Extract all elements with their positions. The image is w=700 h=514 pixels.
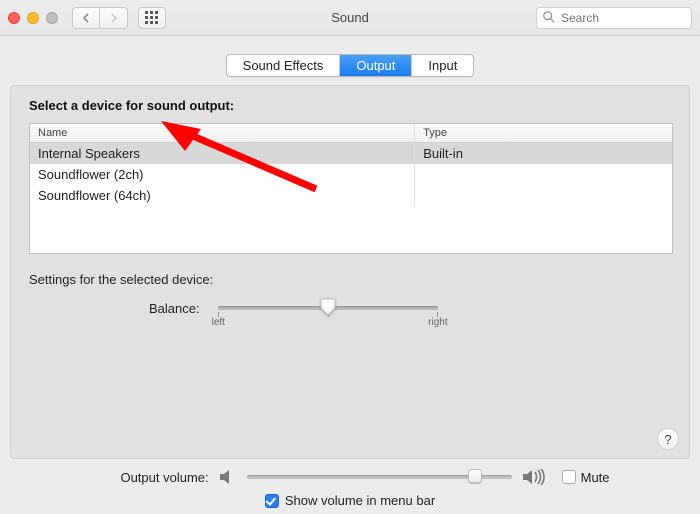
device-table-rows: Internal Speakers Built-in Soundflower (… bbox=[30, 143, 672, 253]
balance-label: Balance: bbox=[149, 301, 200, 316]
search-input[interactable] bbox=[536, 7, 692, 29]
window-body: Sound Effects Output Input Select a devi… bbox=[0, 36, 700, 514]
help-button[interactable]: ? bbox=[657, 428, 679, 450]
speaker-high-icon bbox=[522, 469, 546, 485]
mute-checkbox-wrap[interactable]: Mute bbox=[562, 470, 610, 485]
window-controls bbox=[8, 12, 66, 24]
output-volume-thumb[interactable] bbox=[468, 469, 482, 483]
output-volume-label: Output volume: bbox=[120, 470, 208, 485]
back-button[interactable] bbox=[72, 7, 100, 29]
show-all-prefs-button[interactable] bbox=[138, 7, 166, 29]
col-header-name[interactable]: Name bbox=[30, 124, 415, 142]
search-icon bbox=[542, 10, 556, 24]
show-volume-checkbox[interactable] bbox=[265, 494, 279, 508]
tab-output[interactable]: Output bbox=[339, 55, 411, 76]
apps-grid-icon bbox=[145, 11, 159, 25]
device-table-header: Name Type bbox=[30, 124, 672, 143]
zoom-window-button[interactable] bbox=[46, 12, 58, 24]
tab-bar: Sound Effects Output Input bbox=[10, 46, 690, 85]
select-device-heading: Select a device for sound output: bbox=[29, 98, 673, 113]
output-volume-row: Output volume: Mute bbox=[20, 469, 680, 485]
col-header-type[interactable]: Type bbox=[415, 124, 672, 142]
close-window-button[interactable] bbox=[8, 12, 20, 24]
minimize-window-button[interactable] bbox=[27, 12, 39, 24]
speaker-low-icon bbox=[219, 469, 237, 485]
show-volume-label: Show volume in menu bar bbox=[285, 493, 435, 508]
tab-input[interactable]: Input bbox=[411, 55, 473, 76]
settings-for-device-label: Settings for the selected device: bbox=[29, 272, 673, 287]
tab-sound-effects[interactable]: Sound Effects bbox=[227, 55, 340, 76]
device-type bbox=[415, 164, 672, 185]
bottom-section: Output volume: Mute bbox=[10, 459, 690, 514]
search-field-wrap bbox=[536, 7, 692, 29]
balance-control: Balance: left right bbox=[29, 301, 673, 331]
device-name: Soundflower (2ch) bbox=[30, 164, 415, 185]
device-row[interactable]: Internal Speakers Built-in bbox=[30, 143, 672, 164]
mute-label: Mute bbox=[581, 470, 610, 485]
balance-slider[interactable]: left right bbox=[218, 301, 438, 331]
device-name: Soundflower (64ch) bbox=[30, 185, 415, 206]
nav-buttons bbox=[72, 7, 128, 29]
device-row[interactable]: Soundflower (64ch) bbox=[30, 185, 672, 206]
device-type: Built-in bbox=[415, 143, 672, 164]
device-table: Name Type Internal Speakers Built-in Sou… bbox=[29, 123, 673, 254]
device-row[interactable]: Soundflower (2ch) bbox=[30, 164, 672, 185]
device-type bbox=[415, 185, 672, 206]
balance-slider-thumb[interactable] bbox=[320, 298, 336, 316]
balance-left-label: left bbox=[212, 317, 225, 328]
forward-button[interactable] bbox=[100, 7, 128, 29]
toolbar: Sound bbox=[0, 0, 700, 36]
mute-checkbox[interactable] bbox=[562, 470, 576, 484]
sound-output-group: Select a device for sound output: Name T… bbox=[10, 85, 690, 459]
show-volume-menubar-row[interactable]: Show volume in menu bar bbox=[20, 493, 680, 508]
balance-right-label: right bbox=[428, 317, 447, 328]
output-volume-slider[interactable] bbox=[247, 469, 512, 485]
device-name: Internal Speakers bbox=[30, 143, 415, 164]
